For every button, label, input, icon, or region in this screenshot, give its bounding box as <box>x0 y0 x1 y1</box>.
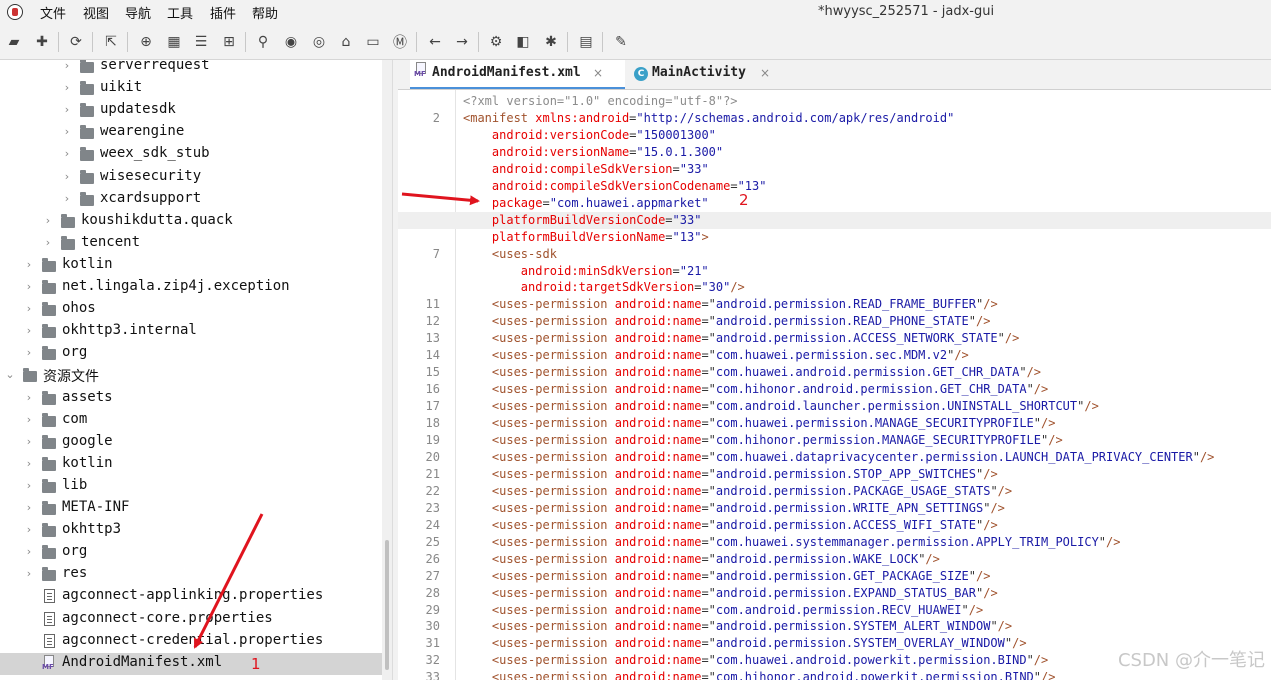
annotation-marker-2: 2 <box>739 191 749 209</box>
arrow-to-manifest-file <box>193 513 264 649</box>
watermark: CSDN @介一笔记 <box>1117 650 1265 671</box>
annotation-overlay <box>193 192 480 649</box>
arrow-to-package <box>401 192 480 206</box>
annotation-marker-1: 1 <box>251 655 261 673</box>
